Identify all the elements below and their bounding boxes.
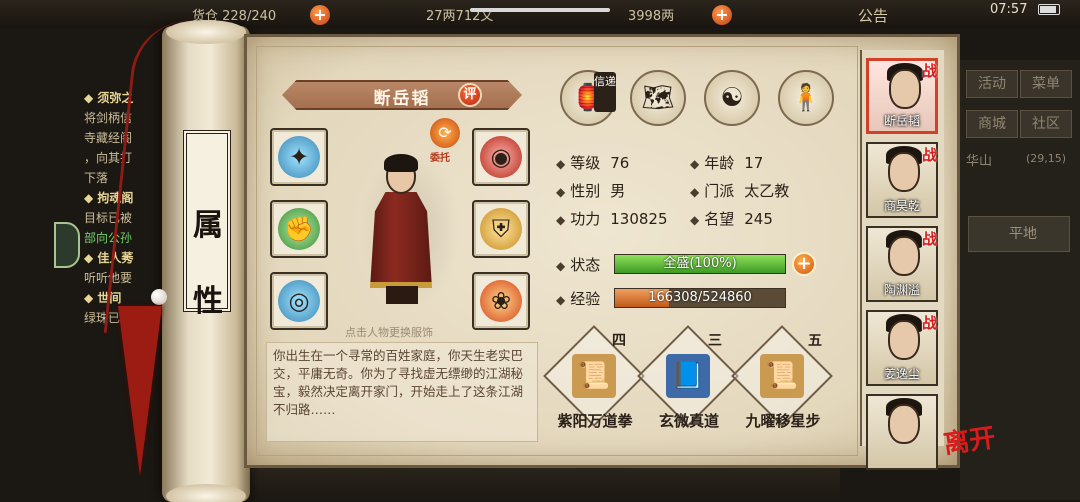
rate-button[interactable]: 评 bbox=[458, 83, 482, 107]
restore-state-button[interactable]: + bbox=[792, 252, 816, 276]
belt-icon: ◉ bbox=[480, 136, 522, 178]
clock: 07:57 bbox=[990, 2, 1028, 17]
equip-slot-bracers[interactable]: ✦ bbox=[270, 128, 328, 186]
skill-book-icon-3[interactable]: 📜 bbox=[760, 354, 804, 398]
accessory-icon: ❀ bbox=[480, 280, 522, 322]
letter-tag: 信递 bbox=[594, 72, 616, 112]
disciple-name: 姜逸尘 bbox=[883, 367, 920, 381]
add-storage-button[interactable]: + bbox=[310, 5, 330, 25]
bracers-icon: ✦ bbox=[278, 136, 320, 178]
exp-bar-text: 166308/524860 bbox=[648, 290, 752, 305]
battle-marker-icon: 战 bbox=[922, 314, 938, 332]
menu-button[interactable]: 菜单 bbox=[1020, 70, 1072, 98]
skill-book-icon-1[interactable]: 📜 bbox=[572, 354, 616, 398]
skill-rank-2: 三 bbox=[708, 333, 722, 349]
skill-book-icon-2[interactable]: 📘 bbox=[666, 354, 710, 398]
battery-icon bbox=[1038, 4, 1060, 15]
skill-name-3[interactable]: 九曜移星步 bbox=[728, 410, 838, 431]
disciple-portrait bbox=[888, 236, 920, 276]
top-resource-bar: 货仓 228/240 + 27两712文 3998两 + 公告 07:57 bbox=[0, 0, 1080, 28]
disciple-portrait bbox=[888, 320, 920, 360]
ring-icon: ◎ bbox=[278, 280, 320, 322]
state-bar: 全盛(100%) bbox=[614, 254, 786, 274]
state-bar-text: 全盛(100%) bbox=[663, 256, 737, 271]
bagua-icon[interactable]: ☯ bbox=[704, 70, 760, 126]
character-description: 你出生在一个寻常的百姓家庭，你天生老实巴交，平庸无奇。你为了寻找虚无缥缈的江湖秘… bbox=[266, 342, 538, 442]
exp-label: ◆ 经验 bbox=[556, 290, 601, 308]
character-hair bbox=[384, 154, 418, 172]
equip-slot-armor[interactable]: ⛨ bbox=[472, 200, 530, 258]
shop-button[interactable]: 商城 bbox=[966, 110, 1018, 138]
location-coords: (29,15) bbox=[1026, 152, 1067, 165]
tassel bbox=[118, 306, 162, 476]
disciple-portrait bbox=[888, 152, 920, 192]
stat-level: ◆ 等级 76 bbox=[556, 154, 630, 172]
disciple-portrait bbox=[888, 404, 920, 444]
battle-marker-icon: 战 bbox=[922, 146, 938, 164]
battle-marker-icon: 战 bbox=[922, 62, 938, 80]
location-name: 华山 bbox=[966, 154, 993, 169]
armor-icon: ⛨ bbox=[480, 208, 522, 250]
state-label: ◆ 状态 bbox=[556, 256, 601, 274]
side-tab-handle[interactable] bbox=[54, 222, 80, 268]
silver-money: 3998两 bbox=[628, 9, 675, 24]
disciple-portrait bbox=[889, 69, 921, 109]
exp-bar: 166308/524860 bbox=[614, 288, 786, 308]
disciple-name: 商昊乾 bbox=[883, 199, 920, 213]
meridian-figure-icon[interactable]: 🧍 bbox=[778, 70, 834, 126]
panel-title: 属性 bbox=[193, 208, 223, 319]
character-legs bbox=[386, 286, 418, 304]
battle-marker-icon: 战 bbox=[922, 230, 938, 248]
equip-slot-gloves[interactable]: ✊ bbox=[270, 200, 328, 258]
skill-rank-3: 五 bbox=[808, 333, 822, 349]
disciple-name: 陶渊溢 bbox=[883, 283, 920, 297]
skill-rank-1: 四 bbox=[612, 333, 626, 349]
community-button[interactable]: 社区 bbox=[1020, 110, 1072, 138]
gloves-icon: ✊ bbox=[278, 208, 320, 250]
home-indicator bbox=[470, 8, 610, 12]
map-bag-icon[interactable]: 🗺 bbox=[630, 70, 686, 126]
stat-gender: ◆ 性别男 bbox=[556, 182, 626, 200]
stat-sect: ◆ 门派 太乙教 bbox=[690, 182, 790, 200]
character-robe[interactable] bbox=[370, 192, 432, 288]
stat-fame: ◆ 名望 245 bbox=[690, 210, 773, 228]
equip-slot-accessory[interactable]: ❀ bbox=[472, 272, 530, 330]
terrain-label: 平地 bbox=[968, 216, 1070, 252]
disciple-name: 断岳韬 bbox=[883, 114, 920, 128]
activity-button[interactable]: 活动 bbox=[966, 70, 1018, 98]
disciple-card[interactable] bbox=[866, 394, 938, 470]
equip-slot-belt[interactable]: ◉ bbox=[472, 128, 530, 186]
add-money-button[interactable]: + bbox=[712, 5, 732, 25]
equip-slot-ring[interactable]: ◎ bbox=[270, 272, 328, 330]
notice-button[interactable]: 公告 bbox=[858, 5, 888, 26]
entrust-icon[interactable]: ⟳ bbox=[430, 118, 460, 148]
tassel-bead bbox=[151, 289, 167, 305]
character-name: 断岳韬 bbox=[373, 89, 431, 109]
change-outfit-hint: 点击人物更换服饰 bbox=[345, 326, 433, 339]
leave-button[interactable]: 离开 bbox=[941, 416, 1007, 474]
stat-age: ◆ 年龄 17 bbox=[690, 154, 764, 172]
stat-power: ◆ 功力 130825 bbox=[556, 210, 668, 228]
